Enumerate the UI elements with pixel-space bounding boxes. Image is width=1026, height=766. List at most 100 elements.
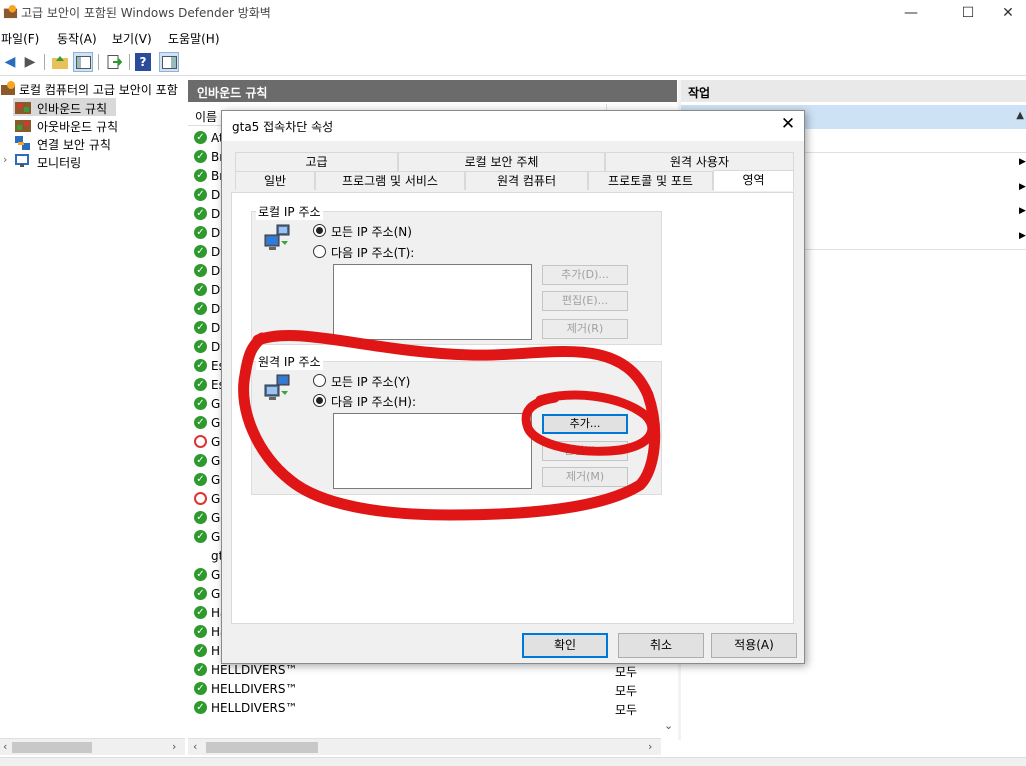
menu-help[interactable]: 도움말(H) bbox=[168, 30, 220, 47]
tree-root[interactable]: 로컬 컴퓨터의 고급 보안이 포함 bbox=[0, 79, 185, 97]
dialog-close-button[interactable]: ✕ bbox=[776, 114, 800, 138]
network-computers-icon bbox=[264, 373, 296, 403]
tab-programs-services[interactable]: 프로그램 및 서비스 bbox=[315, 171, 465, 190]
allow-check-icon: ✓ bbox=[194, 644, 207, 657]
table-row[interactable]: ✓ HELLDIVERS™ 모두 bbox=[194, 699, 664, 718]
firewall-icon bbox=[1, 81, 15, 95]
submenu-arrow-icon[interactable]: ▶ bbox=[1019, 182, 1026, 192]
ok-button[interactable]: 확인 bbox=[522, 633, 608, 658]
allow-check-icon: ✓ bbox=[194, 169, 207, 182]
minimize-button[interactable]: — bbox=[888, 0, 934, 26]
apply-button[interactable]: 적용(A) bbox=[711, 633, 797, 658]
rule-name: HELLDIVERS™ bbox=[211, 701, 298, 715]
tree-item-inbound-rules[interactable]: 인바운드 규칙 bbox=[13, 98, 116, 116]
tree-item-connection-security-rules[interactable]: 연결 보안 규칙 bbox=[13, 134, 173, 152]
local-remove-button[interactable]: 제거(R) bbox=[542, 319, 628, 339]
help-icon[interactable]: ? bbox=[135, 53, 151, 71]
local-add-button[interactable]: 추가(D)... bbox=[542, 265, 628, 285]
allow-check-icon: ✓ bbox=[194, 150, 207, 163]
local-ip-listbox[interactable] bbox=[333, 264, 532, 340]
tab-general[interactable]: 일반 bbox=[235, 171, 315, 190]
window-titlebar: 고급 보안이 포함된 Windows Defender 방화벽 — ☐ ✕ bbox=[0, 0, 1026, 26]
allow-check-icon: ✓ bbox=[194, 568, 207, 581]
window-title: 고급 보안이 포함된 Windows Defender 방화벽 bbox=[21, 6, 271, 20]
menu-file[interactable]: 파일(F) bbox=[1, 30, 39, 47]
toolbar-separator bbox=[44, 54, 45, 70]
show-hide-console-tree-icon[interactable] bbox=[73, 52, 93, 72]
scroll-down-arrow-icon[interactable]: ⌄ bbox=[664, 719, 673, 732]
submenu-arrow-icon[interactable]: ▶ bbox=[1019, 231, 1026, 241]
toolbar-separator bbox=[98, 54, 99, 70]
scroll-left-arrow-icon[interactable]: ‹ bbox=[193, 740, 197, 753]
up-folder-icon[interactable] bbox=[50, 52, 70, 72]
tree-item-label: 연결 보안 규칙 bbox=[37, 138, 111, 152]
local-these-ip-radio[interactable] bbox=[313, 245, 326, 258]
rule-profile: 모두 bbox=[615, 684, 638, 698]
middle-pane-header: 인바운드 규칙 bbox=[188, 80, 677, 102]
rule-properties-dialog: gta5 접속차단 속성 ✕ 고급 로컬 보안 주체 원격 사용자 일반 프로그… bbox=[221, 110, 805, 664]
table-row[interactable]: ✓ HELLDIVERS™ 모두 bbox=[194, 680, 664, 699]
dialog-titlebar: gta5 접속차단 속성 ✕ bbox=[222, 111, 804, 141]
tab-remote-users[interactable]: 원격 사용자 bbox=[605, 152, 794, 171]
forward-arrow-icon[interactable]: ▶ bbox=[20, 52, 40, 72]
menu-bar: 파일(F) 동작(A) 보기(V) 도움말(H) bbox=[0, 26, 1026, 48]
local-any-ip-radio[interactable] bbox=[313, 224, 326, 237]
cancel-button[interactable]: 취소 bbox=[618, 633, 704, 658]
allow-check-icon: ✓ bbox=[194, 473, 207, 486]
tab-scope[interactable]: 영역 bbox=[713, 170, 794, 191]
connection-security-icon bbox=[15, 136, 30, 150]
scroll-left-arrow-icon[interactable]: ‹ bbox=[3, 740, 7, 753]
remote-these-ip-radio[interactable] bbox=[313, 394, 326, 407]
tab-advanced[interactable]: 고급 bbox=[235, 152, 398, 171]
firewall-app-icon bbox=[3, 4, 18, 19]
toolbar: ◀ ▶ ? bbox=[0, 48, 1026, 76]
column-header-name[interactable]: 이름 bbox=[195, 108, 217, 125]
scroll-right-arrow-icon[interactable]: › bbox=[648, 740, 652, 753]
export-list-icon[interactable] bbox=[104, 52, 124, 72]
console-tree: 로컬 컴퓨터의 고급 보안이 포함 인바운드 규칙 아웃바운드 규칙 연결 보안… bbox=[0, 79, 185, 739]
back-arrow-icon[interactable]: ◀ bbox=[0, 52, 20, 72]
scrollbar-thumb[interactable] bbox=[206, 742, 318, 753]
remote-ip-listbox[interactable] bbox=[333, 413, 532, 489]
tab-local-principals[interactable]: 로컬 보안 주체 bbox=[398, 152, 605, 171]
tree-item-label: 모니터링 bbox=[37, 156, 82, 170]
collapse-up-icon[interactable]: ▲ bbox=[1016, 110, 1024, 121]
block-icon bbox=[194, 435, 207, 448]
scroll-right-arrow-icon[interactable]: › bbox=[172, 740, 176, 753]
local-these-ip-label[interactable]: 다음 IP 주소(T): bbox=[331, 244, 414, 261]
show-hide-action-pane-icon[interactable] bbox=[159, 52, 179, 72]
submenu-arrow-icon[interactable]: ▶ bbox=[1019, 157, 1026, 167]
remote-remove-button[interactable]: 제거(M) bbox=[542, 467, 628, 487]
scrollbar-thumb[interactable] bbox=[12, 742, 92, 753]
allow-check-icon: ✓ bbox=[194, 530, 207, 543]
tree-horizontal-scrollbar[interactable]: ‹ › bbox=[0, 738, 185, 755]
expand-chevron-icon[interactable]: › bbox=[3, 153, 7, 166]
allow-check-icon: ✓ bbox=[194, 663, 207, 676]
allow-check-icon: ✓ bbox=[194, 207, 207, 220]
remote-add-button[interactable]: 추가... bbox=[542, 414, 628, 434]
tree-item-outbound-rules[interactable]: 아웃바운드 규칙 bbox=[13, 116, 173, 134]
allow-check-icon: ✓ bbox=[194, 245, 207, 258]
tree-item-monitoring[interactable]: › 모니터링 bbox=[0, 152, 173, 170]
submenu-arrow-icon[interactable]: ▶ bbox=[1019, 206, 1026, 216]
rule-profile: 모두 bbox=[615, 703, 638, 717]
rules-horizontal-scrollbar[interactable]: ‹ › bbox=[188, 738, 661, 755]
block-icon bbox=[194, 492, 207, 505]
allow-check-icon: ✓ bbox=[194, 416, 207, 429]
allow-check-icon: ✓ bbox=[194, 226, 207, 239]
allow-check-icon: ✓ bbox=[194, 397, 207, 410]
tab-protocols-ports[interactable]: 프로토콜 및 포트 bbox=[588, 171, 713, 190]
tree-item-label: 인바운드 규칙 bbox=[37, 102, 108, 116]
allow-check-icon: ✓ bbox=[194, 359, 207, 372]
remote-these-ip-label[interactable]: 다음 IP 주소(H): bbox=[331, 393, 416, 410]
local-any-ip-label[interactable]: 모든 IP 주소(N) bbox=[331, 223, 412, 240]
menu-view[interactable]: 보기(V) bbox=[112, 30, 152, 47]
close-window-button[interactable]: ✕ bbox=[985, 0, 1026, 26]
local-edit-button[interactable]: 편집(E)... bbox=[542, 291, 628, 311]
allow-check-icon: ✓ bbox=[194, 131, 207, 144]
remote-any-ip-label[interactable]: 모든 IP 주소(Y) bbox=[331, 373, 410, 390]
menu-action[interactable]: 동작(A) bbox=[57, 30, 97, 47]
tab-remote-computers[interactable]: 원격 컴퓨터 bbox=[465, 171, 588, 190]
remote-edit-button[interactable]: 편집(I)... bbox=[542, 441, 628, 461]
remote-any-ip-radio[interactable] bbox=[313, 374, 326, 387]
